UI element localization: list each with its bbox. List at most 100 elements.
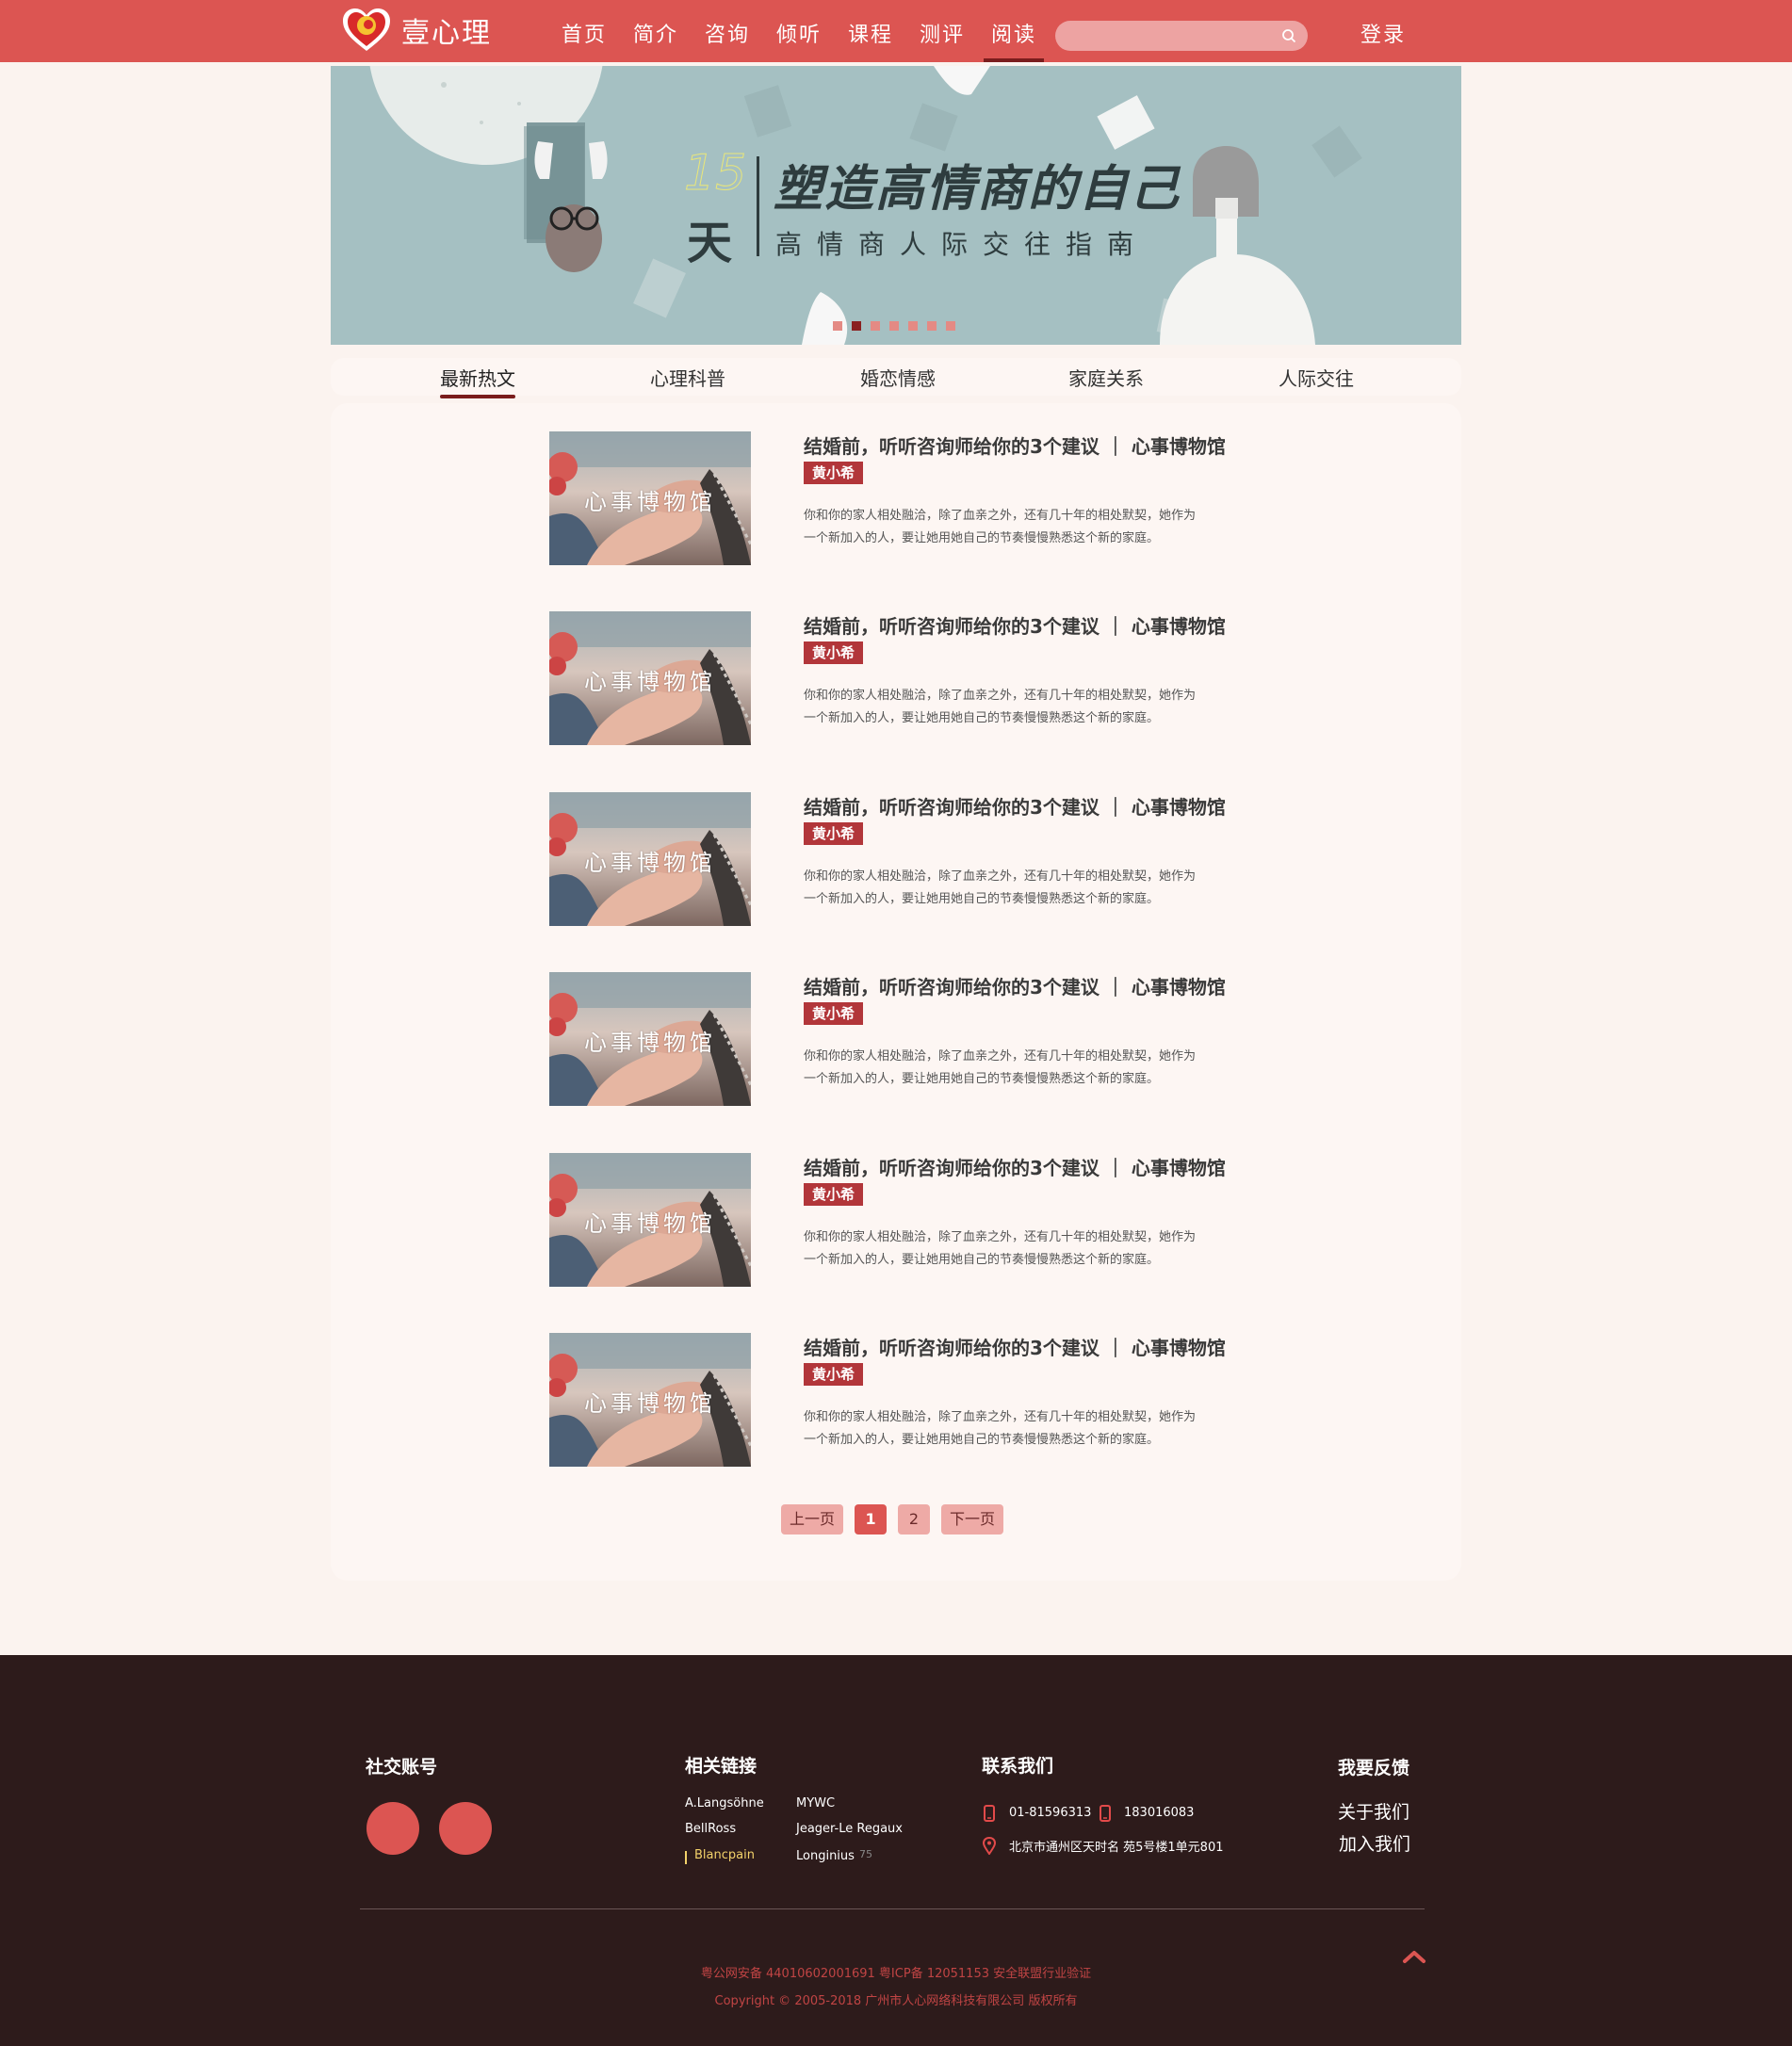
nav-item-tests[interactable]: 测评 bbox=[906, 0, 978, 62]
thumbnail-watermark: 心事博物馆 bbox=[584, 1030, 716, 1056]
search-input[interactable] bbox=[1055, 21, 1267, 51]
main-nav: 首页 简介 咨询 倾听 课程 测评 阅读 bbox=[548, 0, 1050, 62]
site-footer: 社交账号 相关链接 A.Langsöhne MYWC BellRoss Jeag… bbox=[0, 1655, 1792, 2046]
social-account-1-icon[interactable] bbox=[367, 1802, 419, 1855]
prev-page-button[interactable]: 上一页 bbox=[781, 1504, 844, 1534]
feedback-heading[interactable]: 我要反馈 bbox=[1338, 1754, 1409, 1779]
tab-love-marriage[interactable]: 婚恋情感 bbox=[860, 364, 936, 391]
carousel-dot-2[interactable] bbox=[852, 321, 861, 331]
article-item: 心事博物馆 结婚前，听听咨询师给你的3个建议 ｜ 心事博物馆 黄小希 你和你的家… bbox=[549, 972, 1303, 1108]
article-title[interactable]: 结婚前，听听咨询师给你的3个建议 ｜ 心事博物馆 bbox=[804, 792, 1226, 820]
pagination: 上一页 1 2 下一页 bbox=[781, 1504, 1004, 1534]
article-thumbnail[interactable]: 心事博物馆 bbox=[549, 431, 751, 565]
copyright: Copyright © 2005-2018 广州市人心网络科技有限公司 版权所有 bbox=[714, 1994, 1078, 2008]
banner-day-label: 天 bbox=[687, 217, 733, 269]
join-us-link[interactable]: 加入我们 bbox=[1339, 1830, 1410, 1856]
article-description: 你和你的家人相处融洽，除了血亲之外，还有几十年的相处默契，她作为 一个新加入的人… bbox=[804, 685, 1237, 730]
active-link-marker bbox=[685, 1851, 687, 1864]
back-to-top-icon[interactable] bbox=[1402, 1949, 1426, 1964]
desc-line: 一个新加入的人，要让她用她自己的节奏慢慢熟悉这个新的家庭。 bbox=[804, 892, 1160, 906]
links-heading: 相关链接 bbox=[685, 1756, 758, 1777]
article-thumbnail[interactable]: 心事博物馆 bbox=[549, 1153, 751, 1287]
search-box bbox=[1055, 21, 1308, 51]
thumbnail-watermark: 心事博物馆 bbox=[584, 669, 716, 695]
desc-line: 你和你的家人相处融洽，除了血亲之外，还有几十年的相处默契，她作为 bbox=[804, 689, 1197, 703]
article-description: 你和你的家人相处融洽，除了血亲之外，还有几十年的相处默契，她作为 一个新加入的人… bbox=[804, 1406, 1237, 1452]
tab-psychology[interactable]: 心理科普 bbox=[650, 364, 725, 391]
nav-item-courses[interactable]: 课程 bbox=[835, 0, 906, 62]
carousel-dot-7[interactable] bbox=[946, 321, 955, 331]
author-tag[interactable]: 黄小希 bbox=[804, 641, 864, 664]
page-button-1[interactable]: 1 bbox=[855, 1504, 888, 1534]
article-title[interactable]: 结婚前，听听咨询师给你的3个建议 ｜ 心事博物馆 bbox=[804, 972, 1226, 999]
footer-link-active[interactable]: Blancpain bbox=[694, 1848, 755, 1862]
article-title[interactable]: 结婚前，听听咨询师给你的3个建议 ｜ 心事博物馆 bbox=[804, 431, 1226, 459]
banner-number: 15 bbox=[683, 145, 747, 203]
article-title[interactable]: 结婚前，听听咨询师给你的3个建议 ｜ 心事博物馆 bbox=[804, 611, 1226, 639]
about-us-link[interactable]: 关于我们 bbox=[1338, 1798, 1409, 1824]
icp-registration: 粤公网安备 44010602001691 粤ICP备 12051153 安全联盟… bbox=[700, 1967, 1092, 1981]
tab-latest-hot[interactable]: 最新热文 bbox=[440, 364, 515, 398]
tab-social[interactable]: 人际交往 bbox=[1279, 364, 1354, 391]
next-page-button[interactable]: 下一页 bbox=[941, 1504, 1004, 1534]
footer-link[interactable]: Longinius bbox=[796, 1849, 855, 1863]
mobile-phone-icon bbox=[984, 1805, 995, 1822]
footer-link[interactable]: MYWC bbox=[796, 1796, 835, 1811]
article-item: 心事博物馆 结婚前，听听咨询师给你的3个建议 ｜ 心事博物馆 黄小希 你和你的家… bbox=[549, 611, 1303, 747]
thumbnail-watermark: 心事博物馆 bbox=[584, 489, 716, 515]
social-heading: 社交账号 bbox=[366, 1757, 438, 1778]
carousel-dot-4[interactable] bbox=[889, 321, 899, 331]
hero-banner[interactable]: 15 天 塑造高情商的自己 高情商人际交往指南 bbox=[331, 66, 1461, 345]
tab-family[interactable]: 家庭关系 bbox=[1068, 364, 1144, 391]
login-link[interactable]: 登录 bbox=[1360, 0, 1406, 62]
article-thumbnail[interactable]: 心事博物馆 bbox=[549, 1333, 751, 1467]
author-tag[interactable]: 黄小希 bbox=[804, 822, 864, 845]
link-count: 75 bbox=[859, 1848, 872, 1860]
footer-link[interactable]: BellRoss bbox=[685, 1822, 736, 1836]
contact-heading: 联系我们 bbox=[982, 1756, 1054, 1777]
banner-title: 塑造高情商的自己 bbox=[774, 161, 1181, 218]
mobile-phone-icon bbox=[1100, 1805, 1111, 1822]
category-tabs: 最新热文 心理科普 婚恋情感 家庭关系 人际交往 bbox=[331, 358, 1461, 398]
article-thumbnail[interactable]: 心事博物馆 bbox=[549, 972, 751, 1106]
footer-link[interactable]: A.Langsöhne bbox=[685, 1796, 764, 1811]
nav-item-home[interactable]: 首页 bbox=[548, 0, 620, 62]
banner-divider bbox=[757, 156, 759, 256]
article-item: 心事博物馆 结婚前，听听咨询师给你的3个建议 ｜ 心事博物馆 黄小希 你和你的家… bbox=[549, 1153, 1303, 1289]
article-description: 你和你的家人相处融洽，除了血亲之外，还有几十年的相处默契，她作为 一个新加入的人… bbox=[804, 1046, 1237, 1091]
desc-line: 你和你的家人相处融洽，除了血亲之外，还有几十年的相处默契，她作为 bbox=[804, 1230, 1197, 1244]
desc-line: 你和你的家人相处融洽，除了血亲之外，还有几十年的相处默契，她作为 bbox=[804, 1049, 1197, 1064]
author-tag[interactable]: 黄小希 bbox=[804, 1002, 864, 1025]
social-account-2-icon[interactable] bbox=[439, 1802, 492, 1855]
page-button-2[interactable]: 2 bbox=[898, 1504, 931, 1534]
footer-divider bbox=[360, 1908, 1425, 1909]
search-icon[interactable] bbox=[1281, 28, 1296, 43]
desc-line: 你和你的家人相处融洽，除了血亲之外，还有几十年的相处默契，她作为 bbox=[804, 869, 1197, 884]
nav-item-intro[interactable]: 简介 bbox=[620, 0, 692, 62]
author-tag[interactable]: 黄小希 bbox=[804, 462, 864, 484]
thumbnail-watermark: 心事博物馆 bbox=[584, 1210, 716, 1237]
carousel-dot-1[interactable] bbox=[833, 321, 842, 331]
desc-line: 一个新加入的人，要让她用她自己的节奏慢慢熟悉这个新的家庭。 bbox=[804, 1253, 1160, 1267]
site-logo[interactable]: 壹心理 bbox=[341, 6, 492, 55]
article-title[interactable]: 结婚前，听听咨询师给你的3个建议 ｜ 心事博物馆 bbox=[804, 1333, 1226, 1360]
nav-item-consult[interactable]: 咨询 bbox=[692, 0, 763, 62]
article-title[interactable]: 结婚前，听听咨询师给你的3个建议 ｜ 心事博物馆 bbox=[804, 1153, 1226, 1180]
location-pin-icon bbox=[983, 1837, 996, 1855]
article-description: 你和你的家人相处融洽，除了血亲之外，还有几十年的相处默契，她作为 一个新加入的人… bbox=[804, 1226, 1237, 1272]
nav-item-reading[interactable]: 阅读 bbox=[978, 0, 1050, 62]
footer-link[interactable]: Jeager-Le Regaux bbox=[796, 1822, 903, 1836]
nav-item-listen[interactable]: 倾听 bbox=[763, 0, 835, 62]
address: 北京市通州区天时名 苑5号楼1单元801 bbox=[1009, 1841, 1224, 1855]
desc-line: 一个新加入的人，要让她用她自己的节奏慢慢熟悉这个新的家庭。 bbox=[804, 1433, 1160, 1447]
article-thumbnail[interactable]: 心事博物馆 bbox=[549, 792, 751, 926]
article-thumbnail[interactable]: 心事博物馆 bbox=[549, 611, 751, 745]
author-tag[interactable]: 黄小希 bbox=[804, 1183, 864, 1206]
carousel-dot-3[interactable] bbox=[871, 321, 880, 331]
heart-logo-icon bbox=[343, 8, 390, 51]
phone-number-1: 01-81596313 bbox=[1009, 1806, 1092, 1820]
carousel-dot-6[interactable] bbox=[927, 321, 937, 331]
author-tag[interactable]: 黄小希 bbox=[804, 1363, 864, 1386]
carousel-dot-5[interactable] bbox=[908, 321, 918, 331]
article-list-panel: 心事博物馆 结婚前，听听咨询师给你的3个建议 ｜ 心事博物馆 黄小希 你和你的家… bbox=[331, 403, 1461, 1581]
